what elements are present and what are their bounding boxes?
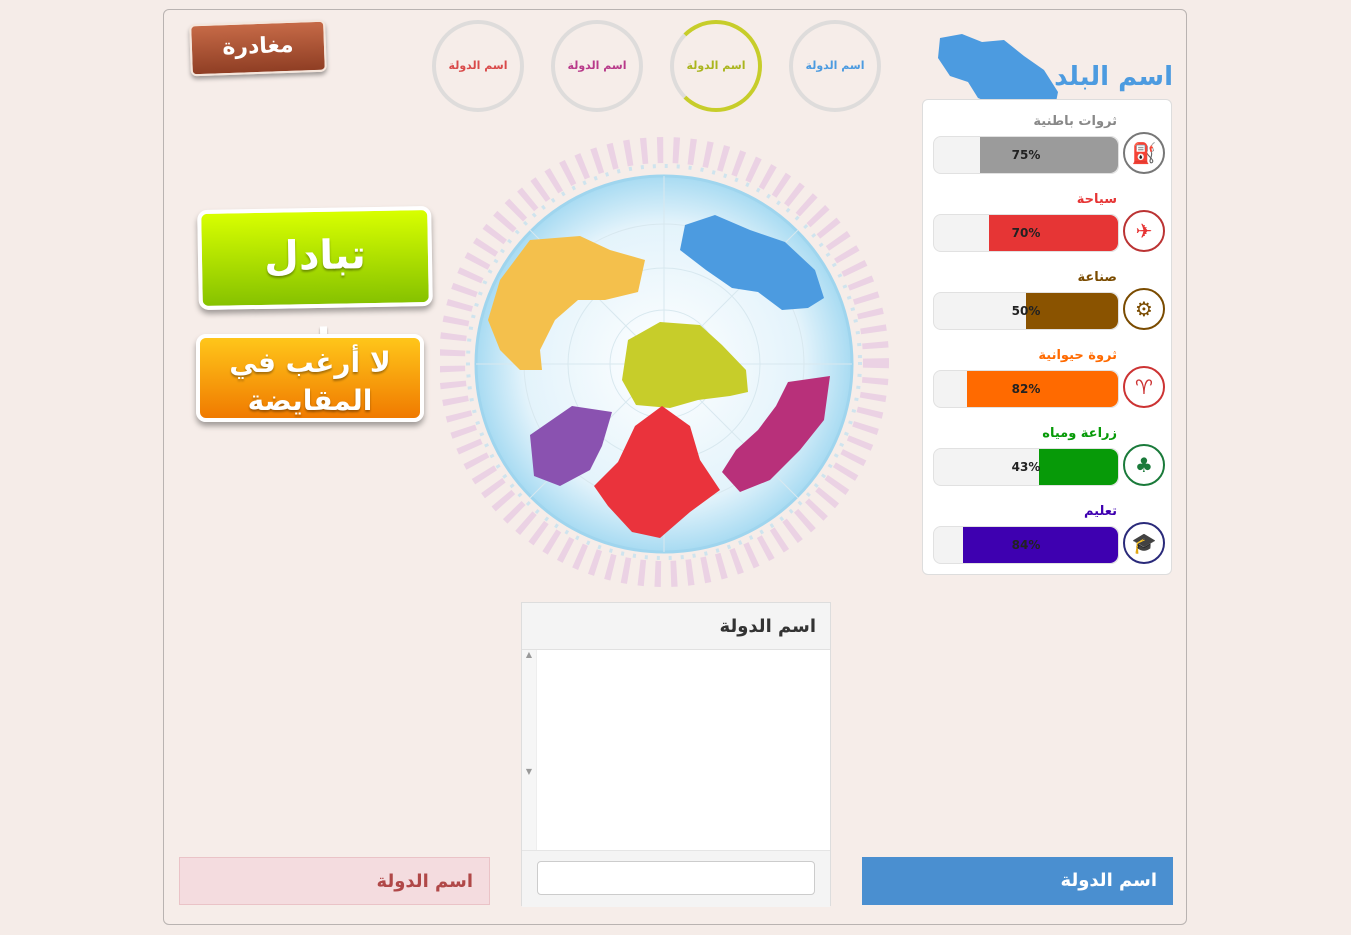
ring-label: اسم الدولة [686, 59, 746, 72]
stat-percent: 43% [1011, 460, 1041, 474]
sheep-icon: ♈ [1123, 366, 1165, 408]
chat-panel: اسم الدولة ▲ ▼ [521, 602, 831, 907]
decline-trade-button[interactable]: لا أرغب في المقايضة [196, 334, 424, 422]
ring-label: اسم الدولة [567, 59, 627, 72]
stat-bar: 43% [933, 448, 1119, 486]
chat-scrollbar[interactable]: ▲ ▼ [522, 650, 537, 850]
stat-label: سياحة [1076, 192, 1117, 207]
stat-percent: 50% [1011, 304, 1041, 318]
chat-messages: ▲ ▼ [522, 650, 830, 851]
country-ring-2[interactable]: اسم الدولة [551, 20, 643, 112]
tree-icon: ♣ [1123, 444, 1165, 486]
stat-label: ثروات باطنية [1033, 114, 1117, 129]
stat-label: زراعة ومياه [1042, 426, 1117, 441]
trade-button[interactable]: تبادل تجاري [197, 205, 433, 368]
airplane-icon: ✈ [1123, 210, 1165, 252]
ring-label: اسم الدولة [448, 59, 508, 72]
chat-input[interactable] [537, 861, 815, 895]
country-ring-1[interactable]: اسم الدولة [432, 20, 524, 112]
stats-panel: ثروات باطنية 75% ⛽ سياحة 70% ✈ صناعة 50%… [922, 99, 1172, 575]
stat-bar: 50% [933, 292, 1119, 330]
stat-bar: 70% [933, 214, 1119, 252]
graduation-cap-icon: 🎓 [1123, 522, 1165, 564]
chat-title: اسم الدولة [522, 603, 830, 650]
stat-bar: 82% [933, 370, 1119, 408]
stat-percent: 84% [1011, 538, 1041, 552]
country-ring-4[interactable]: اسم الدولة [789, 20, 881, 112]
stat-percent: 75% [1011, 148, 1041, 162]
world-globe [440, 137, 889, 587]
opponent-country-button[interactable]: اسم الدولة [179, 857, 490, 905]
country-ring-3-active[interactable]: اسم الدولة [670, 20, 762, 112]
exit-button[interactable]: مغادرة [189, 19, 327, 77]
ring-label: اسم الدولة [805, 59, 865, 72]
stat-bar: 75% [933, 136, 1119, 174]
player-country-button[interactable]: اسم الدولة [862, 857, 1173, 905]
stat-percent: 70% [1011, 226, 1041, 240]
stat-bar: 84% [933, 526, 1119, 564]
oil-pump-icon: ⛽ [1123, 132, 1165, 174]
chat-footer [522, 851, 830, 907]
stat-label: ثروة حيوانية [1038, 348, 1117, 363]
stat-label: تعليم [1083, 504, 1117, 519]
country-title: اسم البلد [1054, 62, 1173, 92]
stat-label: صناعة [1077, 270, 1117, 285]
stat-percent: 82% [1011, 382, 1041, 396]
gears-icon: ⚙ [1123, 288, 1165, 330]
